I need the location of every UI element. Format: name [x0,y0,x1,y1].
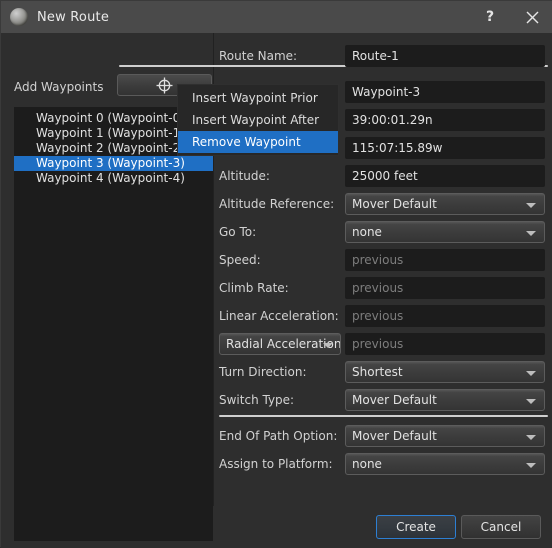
speed-input[interactable]: previous [345,249,545,271]
menu-item-insert-waypoint-prior[interactable]: Insert Waypoint Prior [178,87,338,109]
dialog-body: Add Waypoints Waypoint 0 (Waypoint-0) Wa… [1,33,552,548]
end-of-path-option-label: End Of Path Option: [219,429,338,443]
chevron-down-icon [526,435,536,440]
list-item-selected[interactable]: Waypoint 3 (Waypoint-3) [14,156,213,171]
assign-to-platform-row: Assign to Platform: none [214,453,552,475]
climb-rate-field[interactable]: previous [345,277,545,299]
go-to-label: Go To: [219,225,257,239]
new-route-dialog: New Route ? Add Waypoints Waypoint 0 (Wa… [0,0,552,548]
go-to-row: Go To: none [214,221,552,243]
chevron-down-icon [323,343,333,348]
end-of-path-option-select[interactable]: Mover Default [345,425,545,447]
go-to-select[interactable]: none [345,221,545,243]
chevron-down-icon [526,231,536,236]
speed-label: Speed: [219,253,261,267]
help-button[interactable]: ? [469,1,511,33]
radial-acceleration-input[interactable]: previous [345,333,545,355]
end-of-path-option-value: Mover Default [352,429,437,443]
close-button[interactable] [511,1,552,33]
linear-acceleration-row: Linear Acceleration: previous [214,305,552,327]
climb-rate-label: Climb Rate: [219,281,289,295]
altitude-row: Altitude: 25000 feet [214,165,552,187]
go-to-value: none [352,225,382,239]
altitude-input[interactable]: 25000 feet [345,165,545,187]
assign-to-platform-select[interactable]: none [345,453,545,475]
waypoint-context-menu[interactable]: Insert Waypoint Prior Insert Waypoint Af… [177,84,339,156]
radial-acceleration-select[interactable]: Radial Acceleration [219,333,341,355]
route-name-row: Route Name: Route-1 [214,45,552,67]
climb-rate-row: Climb Rate: previous [214,277,552,299]
climb-rate-input[interactable]: previous [345,277,545,299]
end-of-path-option-row: End Of Path Option: Mover Default [214,425,552,447]
menu-item-insert-waypoint-after[interactable]: Insert Waypoint After [178,109,338,131]
turn-direction-row: Turn Direction: Shortest [214,361,552,383]
add-waypoints-label: Add Waypoints [14,80,104,94]
assign-to-platform-field[interactable]: none [345,453,545,475]
speed-row: Speed: previous [214,249,552,271]
waypoint-name-input[interactable]: Waypoint-3 [345,81,545,103]
speed-field[interactable]: previous [345,249,545,271]
altitude-reference-value: Mover Default [352,197,437,211]
close-icon [526,11,538,23]
crosshair-icon [156,77,173,93]
longitude-input[interactable]: 115:07:15.89w [345,137,545,159]
altitude-label: Altitude: [219,169,270,183]
end-of-path-option-field[interactable]: Mover Default [345,425,545,447]
altitude-reference-field[interactable]: Mover Default [345,193,545,215]
chevron-down-icon [526,203,536,208]
sphere-icon [10,8,28,26]
route-name-label: Route Name: [219,49,298,63]
latitude-field[interactable]: 39:00:01.29n [345,109,545,131]
waypoint-name-field[interactable]: Waypoint-3 [345,81,545,103]
switch-type-value: Mover Default [352,393,437,407]
altitude-reference-label: Altitude Reference: [219,197,335,211]
go-to-field[interactable]: none [345,221,545,243]
turn-direction-value: Shortest [352,365,403,379]
waypoint-list[interactable]: Waypoint 0 (Waypoint-0) Waypoint 1 (Wayp… [14,107,213,541]
switch-type-label: Switch Type: [219,393,295,407]
longitude-field[interactable]: 115:07:15.89w [345,137,545,159]
turn-direction-field[interactable]: Shortest [345,361,545,383]
radial-acceleration-field[interactable]: previous [345,333,545,355]
route-name-field[interactable]: Route-1 [345,45,545,67]
chevron-down-icon [526,463,536,468]
linear-acceleration-input[interactable]: previous [345,305,545,327]
assign-to-platform-label: Assign to Platform: [219,457,333,471]
list-item[interactable]: Waypoint 4 (Waypoint-4) [14,171,213,186]
radial-acceleration-row: Radial Acceleration previous [214,333,552,355]
altitude-field[interactable]: 25000 feet [345,165,545,187]
cancel-button[interactable]: Cancel [461,515,541,539]
assign-to-platform-value: none [352,457,382,471]
create-button[interactable]: Create [376,515,456,539]
altitude-reference-select[interactable]: Mover Default [345,193,545,215]
latitude-input[interactable]: 39:00:01.29n [345,109,545,131]
window-title: New Route [37,9,110,25]
chevron-down-icon [526,371,536,376]
chevron-down-icon [526,399,536,404]
turn-direction-label: Turn Direction: [219,365,307,379]
altitude-reference-row: Altitude Reference: Mover Default [214,193,552,215]
linear-acceleration-label: Linear Acceleration: [219,309,339,323]
menu-item-remove-waypoint[interactable]: Remove Waypoint [178,131,338,153]
switch-type-field[interactable]: Mover Default [345,389,545,411]
title-bar: New Route ? [1,1,552,33]
turn-direction-select[interactable]: Shortest [345,361,545,383]
route-name-input[interactable]: Route-1 [345,45,545,67]
switch-type-select[interactable]: Mover Default [345,389,545,411]
linear-acceleration-field[interactable]: previous [345,305,545,327]
switch-type-row: Switch Type: Mover Default [214,389,552,411]
